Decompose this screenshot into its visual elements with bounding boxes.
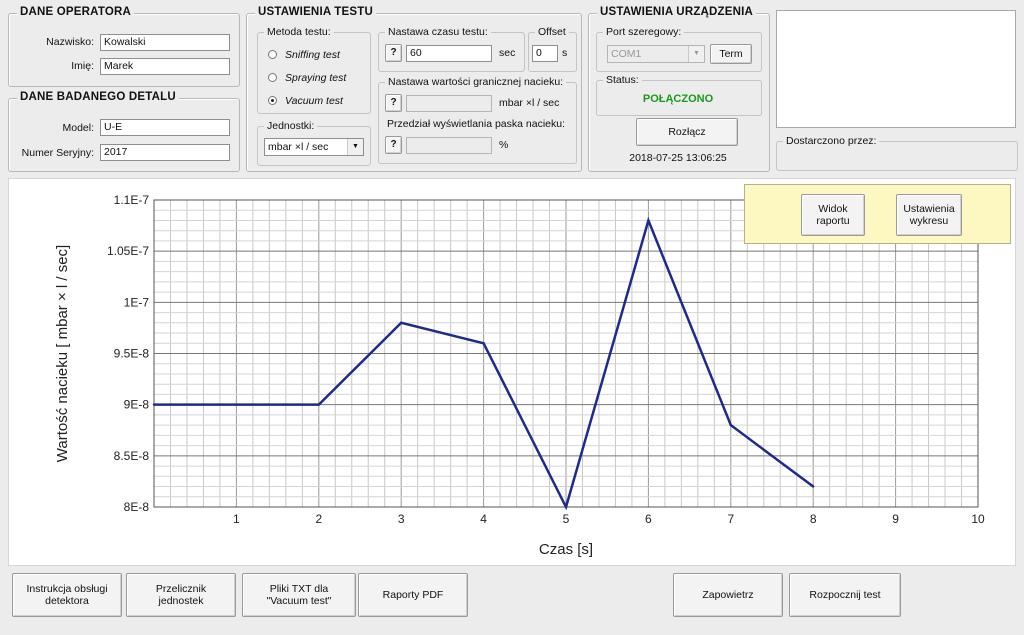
device-group-title: USTAWIENIA URZĄDZENIA [597, 6, 757, 18]
method-label-spraying: Spraying test [285, 72, 347, 84]
surname-field[interactable]: Kowalski [100, 34, 230, 51]
datetime-label: 2018-07-25 13:06:25 [629, 152, 727, 164]
pdf-reports-button[interactable]: Raporty PDF [358, 573, 468, 617]
time-help-button[interactable]: ? [385, 44, 402, 62]
data-point [564, 505, 568, 509]
y-tick-label: 1.1E-7 [114, 193, 150, 207]
port-select[interactable]: COM1 ▼ [607, 45, 705, 63]
limit-field[interactable] [406, 95, 492, 112]
method-label-sniffing: Sniffing test [285, 49, 340, 61]
units-select-value: mbar ×l / sec [268, 141, 329, 153]
time-group-title: Nastawa czasu testu: [385, 26, 491, 38]
x-axis-label: Czas [s] [539, 541, 593, 558]
data-point [729, 423, 732, 427]
instructions-button[interactable]: Instrukcja obsługi detektora [12, 573, 122, 617]
data-point [317, 403, 320, 406]
bar-help-button[interactable]: ? [385, 136, 402, 154]
test-settings-title: USTAWIENIA TESTU [255, 6, 377, 18]
operator-group-title: DANE OPERATORA [17, 6, 134, 18]
x-tick-label: 8 [810, 512, 817, 526]
x-tick-label: 6 [645, 512, 652, 526]
disconnect-button[interactable]: Rozłącz [636, 118, 738, 146]
chevron-down-icon: ▼ [347, 139, 363, 155]
chart-settings-button[interactable]: Ustawienia wykresu [896, 194, 962, 236]
port-group-title: Port szeregowy: [603, 26, 685, 38]
model-label: Model: [62, 122, 94, 134]
data-point [482, 342, 485, 345]
chevron-down-icon: ▼ [688, 46, 704, 62]
units-select[interactable]: mbar ×l / sec ▼ [264, 138, 364, 156]
report-view-button[interactable]: Widok raportu [801, 194, 865, 236]
chart-options-panel [744, 184, 1011, 244]
x-tick-label: 5 [563, 512, 570, 526]
serial-label: Numer Seryjny: [21, 147, 94, 159]
y-tick-label: 1E-7 [124, 295, 150, 309]
name-field[interactable]: Marek [100, 58, 230, 75]
status-group-title: Status: [603, 74, 642, 86]
bar-range-title: Przedział wyświetlania paska nacieku: [387, 118, 566, 130]
vent-button[interactable]: Zapowietrz [673, 573, 783, 617]
x-tick-label: 7 [727, 512, 734, 526]
offset-field[interactable]: 0 [532, 45, 558, 62]
method-radio-sniffing[interactable] [268, 50, 277, 59]
x-tick-label: 3 [398, 512, 405, 526]
data-point [647, 219, 650, 222]
txt-files-button[interactable]: Pliki TXT dla "Vacuum test" [242, 573, 356, 617]
data-point [400, 321, 403, 324]
x-tick-label: 2 [315, 512, 322, 526]
detail-group-title: DANE BADANEGO DETALU [17, 91, 179, 103]
x-tick-label: 9 [892, 512, 899, 526]
bar-range-field[interactable] [406, 137, 492, 154]
method-radio-vacuum[interactable] [268, 96, 277, 105]
time-field[interactable]: 60 [406, 45, 492, 62]
limit-help-button[interactable]: ? [385, 94, 402, 112]
limit-group-title: Nastawa wartości granicznej nacieku: [385, 76, 567, 88]
model-field[interactable]: U-E [100, 119, 230, 136]
port-select-value: COM1 [611, 48, 642, 60]
y-tick-label: 8.5E-8 [114, 449, 150, 463]
time-unit-label: sec [499, 47, 516, 59]
data-point [812, 485, 815, 488]
method-group-title: Metoda testu: [264, 26, 334, 38]
name-label: Imię: [71, 60, 94, 72]
status-value: POŁĄCZONO [642, 93, 714, 105]
x-tick-label: 4 [480, 512, 487, 526]
logo-panel [776, 10, 1016, 128]
offset-group-title: Offset [535, 26, 569, 38]
surname-label: Nazwisko: [46, 36, 94, 48]
start-test-button[interactable]: Rozpocznij test [789, 573, 901, 617]
bar-range-unit-label: % [499, 139, 509, 151]
data-point [152, 403, 156, 406]
serial-field[interactable]: 2017 [100, 144, 230, 161]
limit-unit-label: mbar ×l / sec [499, 97, 560, 109]
x-tick-label: 10 [971, 512, 985, 526]
unit-converter-button[interactable]: Przelicznik jednostek [126, 573, 236, 617]
supplier-group: Dostarczono przez: [776, 135, 1018, 171]
term-button[interactable]: Term [710, 44, 752, 64]
offset-unit-label: s [562, 47, 568, 59]
y-tick-label: 9E-8 [124, 398, 150, 412]
y-tick-label: 1.05E-7 [107, 244, 149, 258]
method-radio-spraying[interactable] [268, 73, 277, 82]
units-group-title: Jednostki: [264, 120, 318, 132]
y-tick-label: 8E-8 [124, 500, 150, 514]
y-tick-label: 9.5E-8 [114, 347, 150, 361]
method-label-vacuum: Vacuum test [285, 95, 343, 107]
x-tick-label: 1 [233, 512, 240, 526]
supplier-label: Dostarczono przez: [783, 135, 880, 147]
y-axis-label: Wartość nacieku [ mbar × l / sec] [54, 245, 71, 462]
